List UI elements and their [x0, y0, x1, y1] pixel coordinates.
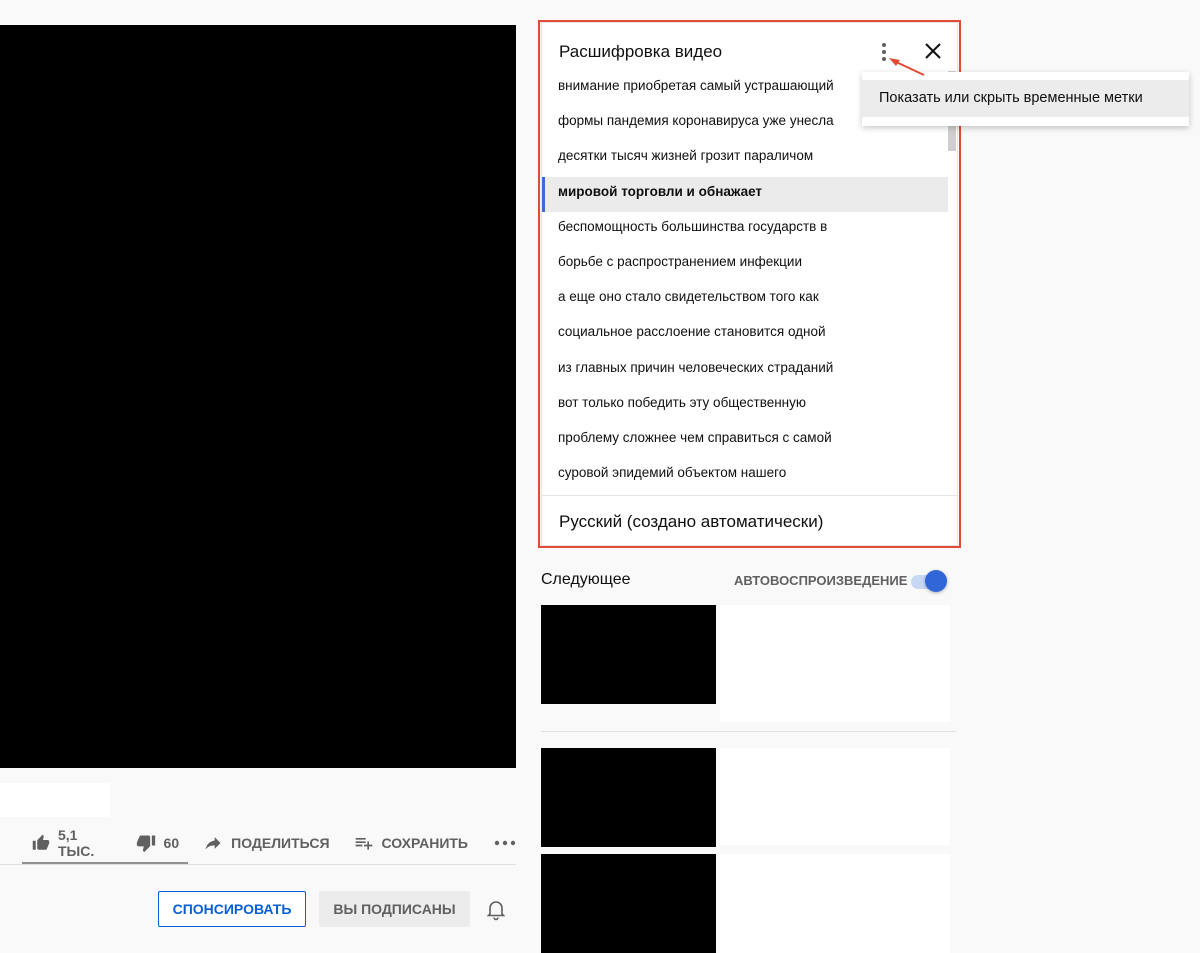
- like-button[interactable]: 5,1 ТЫС.: [32, 827, 112, 859]
- menu-item-toggle-timestamps[interactable]: Показать или скрыть временные метки: [862, 80, 1189, 117]
- share-icon: [205, 837, 221, 850]
- video-meta-redacted: [720, 748, 950, 845]
- share-button[interactable]: ПОДЕЛИТЬСЯ: [203, 827, 330, 859]
- dislike-count: 60: [163, 835, 180, 851]
- thumbs-down-icon: [136, 835, 155, 853]
- dislike-button[interactable]: 60: [136, 827, 180, 859]
- more-horizontal-icon: [494, 840, 516, 846]
- save-button[interactable]: СОХРАНИТЬ: [354, 827, 468, 859]
- like-count: 5,1 ТЫС.: [57, 827, 95, 859]
- video-actions-bar: 5,1 ТЫС. 60 ПОДЕЛИТЬСЯ СОХРАНИТЬ: [22, 822, 516, 865]
- video-player[interactable]: [0, 25, 516, 768]
- transcript-title: Расшифровка видео: [559, 42, 723, 61]
- sponsor-button[interactable]: СПОНСИРОВАТЬ: [158, 891, 306, 927]
- transcript-line[interactable]: мировой торговли и обнажает: [542, 176, 948, 212]
- share-label: ПОДЕЛИТЬСЯ: [231, 835, 330, 851]
- playlist-add-icon: [355, 838, 372, 850]
- thumbs-up-icon: [32, 834, 50, 850]
- subscribed-button[interactable]: ВЫ ПОДПИСАНЫ: [319, 891, 470, 927]
- transcript-lines: внимание приобретая самый устрашающий фор…: [542, 71, 948, 493]
- toggle-knob: [925, 570, 947, 592]
- transcript-line[interactable]: из главных причин человеческих страданий: [542, 353, 948, 388]
- autoplay-label: АВТОВОСПРОИЗВЕДЕНИЕ: [734, 573, 908, 588]
- video-title-redacted: [0, 783, 110, 817]
- transcript-language-select[interactable]: Русский (создано автоматически): [559, 512, 823, 532]
- more-actions-button[interactable]: [494, 827, 516, 859]
- autoplay-toggle[interactable]: [909, 570, 949, 592]
- upnext-title: Следующее: [541, 571, 631, 588]
- transcript-line[interactable]: десятки тысяч жизней грозит параличом: [542, 141, 948, 176]
- transcript-line[interactable]: борьбе с распространением инфекции: [542, 247, 948, 282]
- save-label: СОХРАНИТЬ: [381, 835, 468, 851]
- video-thumbnail[interactable]: [541, 854, 716, 953]
- transcript-line[interactable]: а еще оно стало свидетельством того как: [542, 282, 948, 317]
- divider: [541, 731, 956, 732]
- transcript-line[interactable]: беспомощность большинства государств в: [542, 212, 948, 247]
- divider: [0, 864, 516, 865]
- bell-icon[interactable]: [484, 897, 508, 921]
- video-thumbnail[interactable]: [541, 605, 716, 704]
- video-meta-redacted: [720, 605, 950, 722]
- video-thumbnail[interactable]: [541, 748, 716, 847]
- video-meta-redacted: [720, 854, 950, 953]
- transcript-footer: Русский (создано автоматически): [542, 495, 957, 545]
- annotation-arrow-icon: [889, 58, 925, 76]
- transcript-line[interactable]: проблему сложнее чем справиться с самой: [542, 423, 948, 458]
- transcript-line[interactable]: социальное расслоение становится одной: [542, 317, 948, 352]
- transcript-line[interactable]: суровой эпидемий объектом нашего: [542, 458, 948, 493]
- transcript-line[interactable]: вот только победить эту общественную: [542, 388, 948, 423]
